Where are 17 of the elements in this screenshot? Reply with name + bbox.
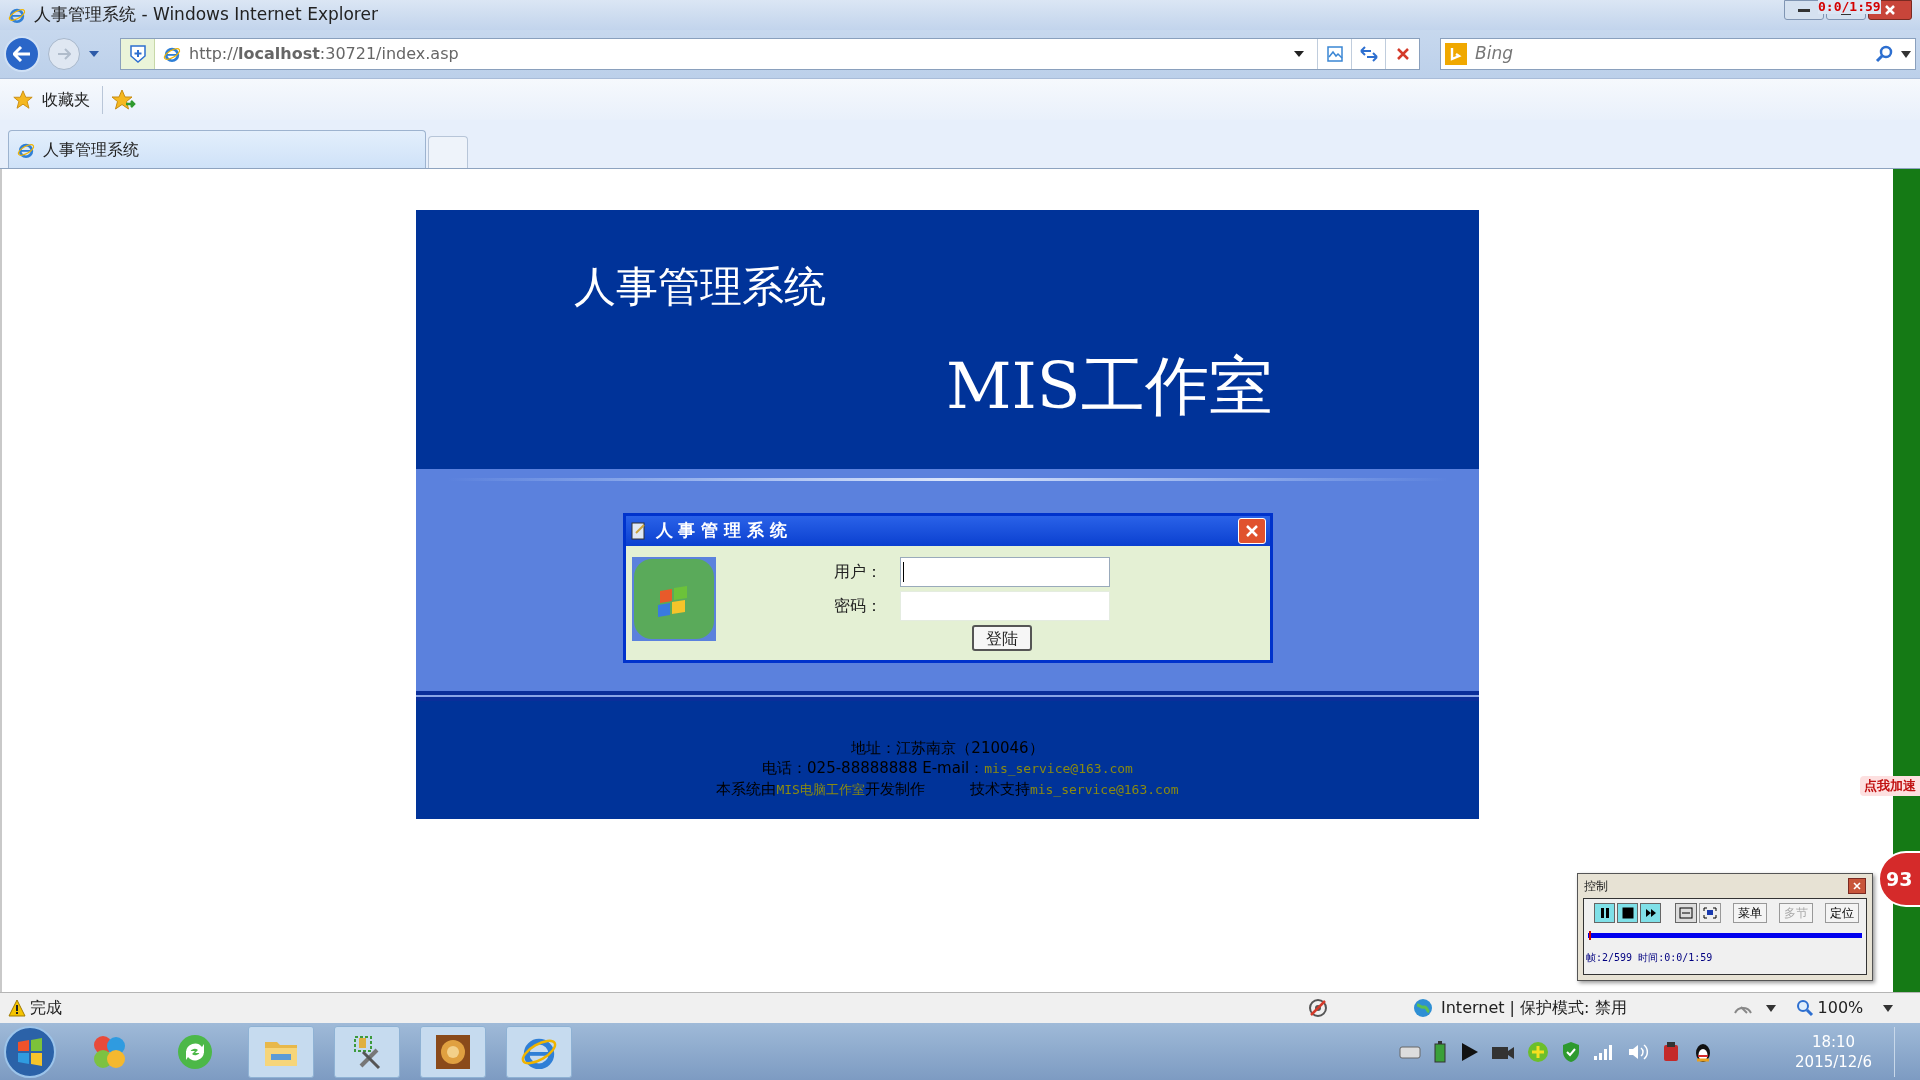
clock-time: 18:10 xyxy=(1811,1031,1856,1052)
field-label: 密码： xyxy=(833,595,883,617)
status-text: 完成 xyxy=(30,997,62,1019)
panel-title: 控制 xyxy=(1584,878,1608,895)
url-text: http://localhost:30721/index.asp xyxy=(189,43,459,65)
field-label: 用户： xyxy=(833,561,883,583)
footer-text: 地址：江苏南京（210046） xyxy=(851,738,1044,758)
system-title: 人事管理系统 xyxy=(574,261,826,313)
footer-text: 电话：025-88888888 E-mail：mis_service@163.com xyxy=(762,758,1133,779)
recorder-time-overlay: 0:0/1:59 xyxy=(1818,0,1881,14)
dialog-title: 人 事 管 理 系 统 xyxy=(655,519,788,543)
footer-text: 本系统由MIS电脑工作室开发制作 技术支持mis_service@163.com xyxy=(716,779,1179,800)
studio-title: MIS工作室 xyxy=(946,348,1273,425)
security-zone-text: Internet | 保护模式: 禁用 xyxy=(1441,997,1627,1019)
window-title: 人事管理系统 - Windows Internet Explorer xyxy=(34,3,378,27)
frame-readout: 帧:2/599 时间:0:0/1:59 xyxy=(1586,951,1714,965)
clock-date: 2015/12/6 xyxy=(1795,1051,1872,1072)
